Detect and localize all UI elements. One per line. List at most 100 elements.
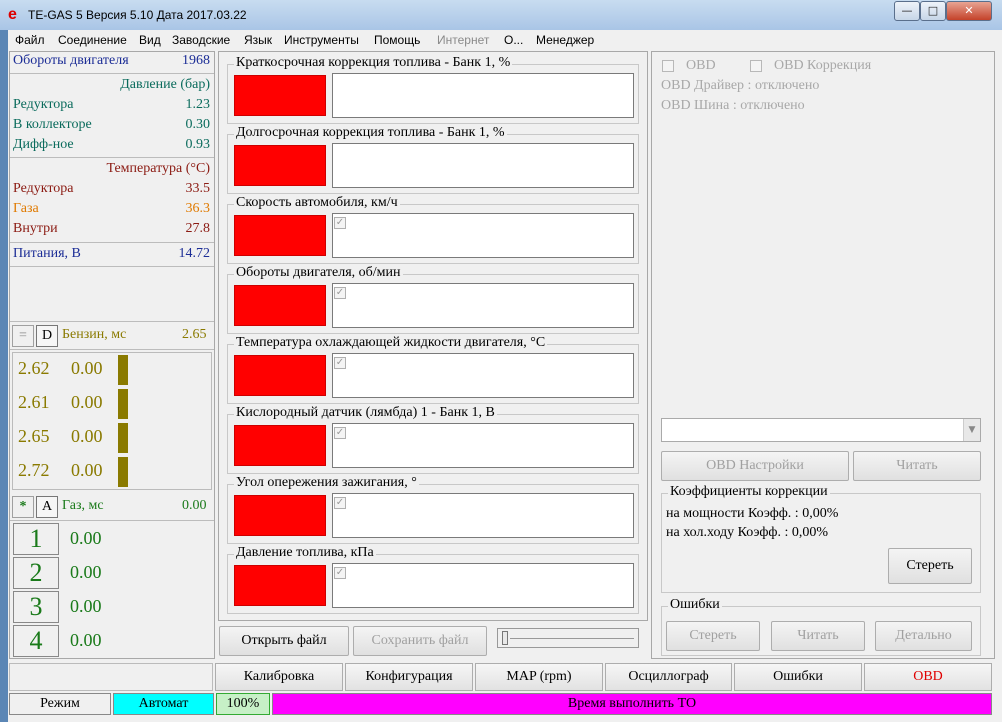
- divider: [10, 157, 214, 158]
- obd-correction-checkbox[interactable]: [750, 60, 762, 72]
- obd-checkbox[interactable]: [662, 60, 674, 72]
- tab-configuration[interactable]: Конфигурация: [345, 663, 473, 691]
- pressure-row: Дифф-ное 0.93: [12, 136, 212, 156]
- gauge-title: Обороты двигателя, об/мин: [234, 265, 403, 281]
- chevron-down-icon[interactable]: ▼: [963, 419, 980, 441]
- menu-manager[interactable]: Менеджер: [536, 33, 594, 47]
- divider: [10, 73, 214, 74]
- petrol-d-button[interactable]: D: [36, 325, 58, 347]
- tab-calibration[interactable]: Калибровка: [215, 663, 343, 691]
- gas-star-button[interactable]: *: [12, 496, 34, 518]
- gauge-title: Температура охлаждающей жидкости двигате…: [234, 335, 548, 351]
- pressure-row: Редуктора 1.23: [12, 96, 212, 116]
- close-icon[interactable]: ✕: [946, 1, 992, 21]
- gauge-indicator: [234, 75, 326, 116]
- pressure-header: Давление (бар): [12, 76, 212, 96]
- obd-driver-status: OBD Драйвер : отключено: [661, 78, 820, 93]
- open-file-button[interactable]: Открыть файл: [219, 626, 349, 656]
- divider: [10, 520, 214, 521]
- tab-errors[interactable]: Ошибки: [734, 663, 862, 691]
- gas-label: Газ, мс: [62, 498, 104, 513]
- temp-header: Температура (°C): [12, 160, 212, 180]
- gas-a-button[interactable]: A: [36, 496, 58, 518]
- errors-erase-button[interactable]: Стереть: [666, 621, 760, 651]
- divider: [10, 266, 214, 267]
- gas-value: 0.00: [182, 498, 207, 513]
- gauge-group: Давление топлива, кПа ✓: [227, 545, 639, 614]
- pressure-label: Редуктора: [13, 97, 74, 112]
- gauge-checkbox[interactable]: ✓: [334, 357, 346, 369]
- obd-read-button[interactable]: Читать: [853, 451, 981, 481]
- tab-map-rpm[interactable]: MAP (rpm): [475, 663, 603, 691]
- divider: [10, 242, 214, 243]
- tab-obd[interactable]: OBD: [864, 663, 992, 691]
- maximize-icon[interactable]: □: [920, 1, 946, 21]
- pressure-value: 0.30: [185, 117, 211, 132]
- errors-read-button[interactable]: Читать: [771, 621, 865, 651]
- coef-power: на мощности Коэфф. : 0,00%: [666, 506, 839, 521]
- menu-language[interactable]: Язык: [244, 33, 272, 47]
- cylinder-number[interactable]: 4: [13, 625, 59, 657]
- errors-detail-button[interactable]: Детально: [875, 621, 972, 651]
- gauge-value-box: [332, 73, 634, 118]
- petrol-equal-button[interactable]: =: [12, 325, 34, 347]
- temp-row: Газа 36.3: [12, 200, 212, 220]
- temp-label: Газа: [13, 201, 39, 216]
- progress-slider[interactable]: [497, 628, 639, 648]
- tab-spacer: [9, 663, 213, 691]
- petrol-injectors: 2.62 0.00 2.61 0.00 2.65 0.00 2.72 0.00: [12, 352, 212, 490]
- gauge-checkbox[interactable]: ✓: [334, 217, 346, 229]
- obd-correction-label: OBD Коррекция: [774, 58, 872, 73]
- cylinder-number[interactable]: 3: [13, 591, 59, 623]
- menu-file[interactable]: Файл: [15, 33, 45, 47]
- petrol-value-b: 0.00: [71, 358, 103, 378]
- temp-header-label: Температура (°C): [106, 161, 210, 176]
- obd-port-select[interactable]: ▼: [661, 418, 981, 442]
- temp-row: Внутри 27.8: [12, 220, 212, 240]
- cylinder-value: 0.00: [70, 630, 102, 650]
- petrol-value-b: 0.00: [71, 426, 103, 446]
- temp-label: Редуктора: [13, 181, 74, 196]
- cylinder-number[interactable]: 2: [13, 557, 59, 589]
- menu-connection[interactable]: Соединение: [58, 33, 127, 47]
- coefficients-group: Коэффициенты коррекции на мощности Коэфф…: [661, 484, 981, 593]
- petrol-value-a: 2.72: [18, 460, 50, 480]
- petrol-value-a: 2.61: [18, 392, 50, 412]
- gauge-value-box: [332, 563, 634, 608]
- petrol-bar: [118, 389, 128, 419]
- coef-erase-button[interactable]: Стереть: [888, 548, 972, 584]
- minimize-icon[interactable]: —: [894, 1, 920, 21]
- gauge-checkbox[interactable]: ✓: [334, 427, 346, 439]
- menu-factory[interactable]: Заводские: [172, 33, 230, 47]
- menu-help[interactable]: Помощь: [374, 33, 420, 47]
- temp-value: 27.8: [185, 221, 211, 236]
- title-bar: e TE-GAS 5 Версия 5.10 Дата 2017.03.22 —…: [0, 0, 1002, 30]
- gauge-title: Краткосрочная коррекция топлива - Банк 1…: [234, 55, 513, 71]
- gauge-indicator: [234, 495, 326, 536]
- tab-oscilloscope[interactable]: Осциллограф: [605, 663, 732, 691]
- power-value: 14.72: [178, 246, 211, 261]
- cylinder-number[interactable]: 1: [13, 523, 59, 555]
- temp-value: 33.5: [185, 181, 211, 196]
- gauge-indicator: [234, 145, 326, 186]
- cylinder-value: 0.00: [70, 562, 102, 582]
- gauge-indicator: [234, 215, 326, 256]
- gauge-group: Температура охлаждающей жидкости двигате…: [227, 335, 639, 404]
- menu-view[interactable]: Вид: [139, 33, 161, 47]
- slider-thumb[interactable]: [502, 631, 508, 645]
- divider: [10, 349, 214, 350]
- power-label: Питания, В: [13, 246, 81, 261]
- obd-settings-button[interactable]: OBD Настройки: [661, 451, 849, 481]
- menu-about[interactable]: О...: [504, 33, 523, 47]
- pressure-value: 1.23: [185, 97, 211, 112]
- gauge-group: Кислородный датчик (лямбда) 1 - Банк 1, …: [227, 405, 639, 474]
- gauge-checkbox[interactable]: ✓: [334, 287, 346, 299]
- gauge-checkbox[interactable]: ✓: [334, 497, 346, 509]
- menu-internet[interactable]: Интернет: [437, 33, 489, 47]
- save-file-button[interactable]: Сохранить файл: [353, 626, 487, 656]
- menu-tools[interactable]: Инструменты: [284, 33, 359, 47]
- coef-idle: на хол.ходу Коэфф. : 0,00%: [666, 525, 829, 540]
- gauge-checkbox[interactable]: ✓: [334, 567, 346, 579]
- gauge-group: Долгосрочная коррекция топлива - Банк 1,…: [227, 125, 639, 194]
- gauge-title: Скорость автомобиля, км/ч: [234, 195, 400, 211]
